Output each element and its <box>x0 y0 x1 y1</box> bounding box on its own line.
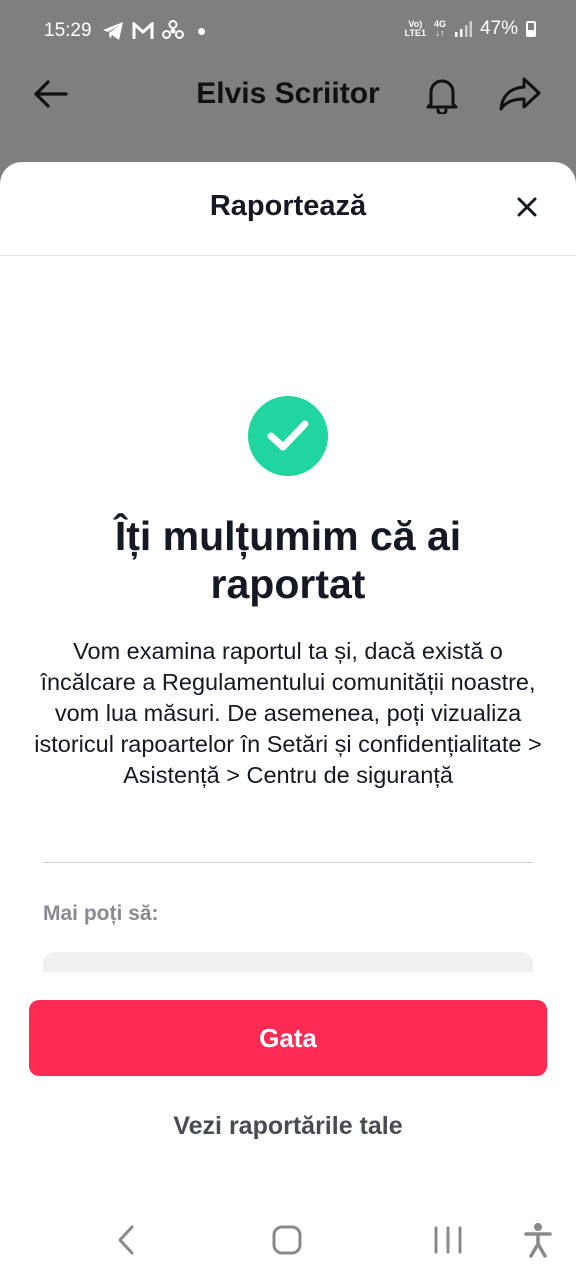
chevron-left-icon <box>118 1225 134 1255</box>
signal-icon <box>454 21 472 37</box>
fan-icon <box>162 20 184 39</box>
close-button[interactable] <box>510 190 544 224</box>
mobile-data-indicator: 4G ↓↑ <box>433 19 446 38</box>
home-square-icon <box>272 1225 302 1255</box>
report-info-text: Vom examina raportul ta și, dacă există … <box>34 638 542 788</box>
more-option-card[interactable] <box>43 952 533 972</box>
notifications-button[interactable] <box>420 72 464 116</box>
more-notifications-dot <box>198 27 205 35</box>
notification-icons <box>102 20 205 42</box>
telegram-icon <box>103 22 123 40</box>
system-nav-bar <box>0 1200 576 1280</box>
volte-indicator: Vo) LTE1 <box>404 19 426 38</box>
accessibility-icon <box>524 1223 552 1258</box>
battery-percent: 47% <box>479 18 518 39</box>
sheet-header: Raportează <box>0 162 576 256</box>
status-right: Vo) LTE1 4G ↓↑ 47% <box>405 18 536 40</box>
success-badge <box>248 396 328 476</box>
profile-header: Elvis Scriitor <box>0 60 576 130</box>
share-button[interactable] <box>498 72 542 116</box>
bell-icon <box>426 79 458 114</box>
accessibility-button[interactable] <box>516 1218 560 1262</box>
recents-icon <box>434 1226 462 1254</box>
more-options-label: Mai poți să: <box>43 902 159 925</box>
sheet-title: Raportează <box>209 190 367 222</box>
nav-recents-button[interactable] <box>426 1218 470 1262</box>
status-bar: 15:29 Vo) LTE1 4G ↓↑ 47% <box>0 0 576 64</box>
share-arrow-icon <box>499 77 541 111</box>
view-reports-link[interactable]: Vezi raportările tale <box>0 1112 576 1141</box>
done-button[interactable]: Gata <box>29 1000 547 1076</box>
divider <box>43 862 533 863</box>
nav-back-button[interactable] <box>104 1218 148 1262</box>
close-icon <box>517 197 537 217</box>
thank-you-heading: Îți mulțumim că ai raportat <box>114 513 462 607</box>
nav-home-button[interactable] <box>265 1218 309 1262</box>
gmail-icon <box>132 22 154 39</box>
checkmark-icon <box>267 420 309 451</box>
profile-name: Elvis Scriitor <box>196 77 380 110</box>
report-sheet: Raportează Îți mulțumim că ai raportat V… <box>0 162 576 1280</box>
battery-icon <box>526 21 536 37</box>
status-time: 15:29 <box>44 20 92 41</box>
